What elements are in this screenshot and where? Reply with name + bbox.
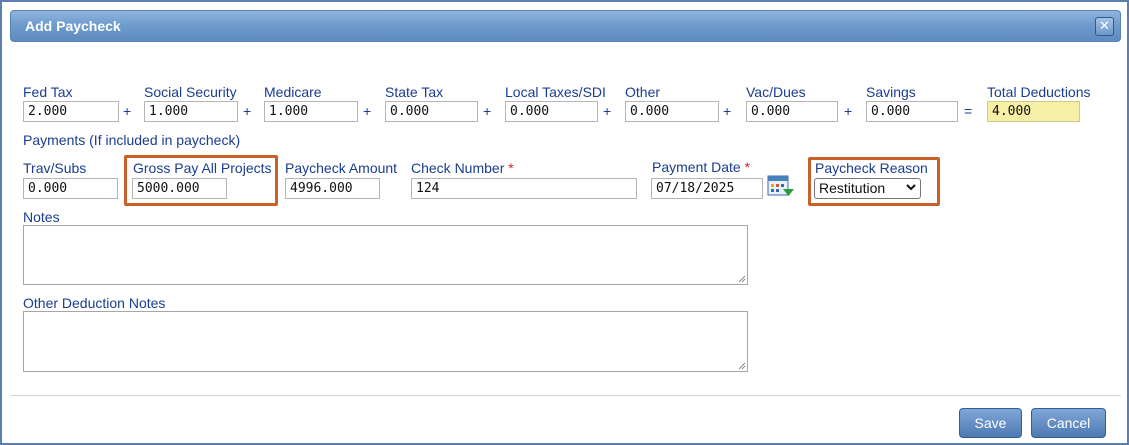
trav-subs-input[interactable]: 0.000 (23, 178, 118, 199)
chevron-down-icon (906, 179, 916, 201)
add-paycheck-dialog: Add Paycheck ✕ Fed Tax 2.000 + Social Se… (0, 0, 1129, 445)
paycheck-reason-label: Paycheck Reason (815, 160, 928, 176)
state-tax-label: State Tax (385, 84, 444, 100)
plus-operator: + (723, 103, 732, 119)
close-icon[interactable]: ✕ (1095, 17, 1114, 36)
plus-operator: + (483, 103, 492, 119)
social-security-label: Social Security (144, 84, 237, 100)
paycheck-amount-input[interactable]: 4996.000 (285, 178, 380, 199)
medicare-label: Medicare (264, 84, 322, 100)
footer-divider (10, 395, 1121, 396)
plus-operator: + (844, 103, 853, 119)
vac-dues-input[interactable]: 0.000 (746, 101, 838, 122)
dialog-title: Add Paycheck (25, 18, 121, 34)
equals-operator: = (964, 103, 973, 119)
plus-operator: + (123, 103, 132, 119)
notes-textarea[interactable] (23, 225, 748, 285)
other-label: Other (625, 84, 661, 100)
fed-tax-label: Fed Tax (23, 84, 73, 100)
resize-grip-icon[interactable] (738, 362, 746, 370)
state-tax-input[interactable]: 0.000 (385, 101, 478, 122)
check-number-input[interactable]: 124 (411, 178, 637, 199)
fed-tax-input[interactable]: 2.000 (23, 101, 119, 122)
payment-date-input[interactable]: 07/18/2025 (651, 178, 763, 199)
gross-pay-label: Gross Pay All Projects (133, 160, 272, 176)
total-deductions-value: 4.000 (987, 101, 1080, 122)
plus-operator: + (363, 103, 372, 119)
other-deduction-notes-textarea[interactable] (23, 311, 748, 372)
notes-label: Notes (23, 209, 60, 225)
paycheck-reason-value: Restitution (819, 180, 886, 196)
plus-operator: + (603, 103, 612, 119)
calendar-icon[interactable] (767, 174, 795, 198)
resize-grip-icon[interactable] (738, 275, 746, 283)
check-number-label-text: Check Number (411, 160, 505, 176)
required-marker: * (508, 160, 514, 176)
cancel-button[interactable]: Cancel (1031, 408, 1106, 438)
vac-dues-label: Vac/Dues (746, 84, 806, 100)
payment-date-label: Payment Date * (652, 159, 750, 175)
required-marker: * (744, 159, 751, 175)
payments-heading: Payments (If included in paycheck) (23, 132, 241, 148)
local-taxes-label: Local Taxes/SDI (505, 84, 606, 100)
check-number-label: Check Number * (411, 160, 514, 176)
total-deductions-label: Total Deductions (987, 84, 1091, 100)
gross-pay-input[interactable]: 5000.000 (132, 178, 227, 199)
local-taxes-input[interactable]: 0.000 (505, 101, 598, 122)
savings-input[interactable]: 0.000 (866, 101, 958, 122)
save-button[interactable]: Save (959, 408, 1022, 438)
other-input[interactable]: 0.000 (625, 101, 719, 122)
medicare-input[interactable]: 1.000 (264, 101, 358, 122)
dialog-titlebar: Add Paycheck ✕ (10, 10, 1121, 42)
social-security-input[interactable]: 1.000 (144, 101, 238, 122)
paycheck-reason-select[interactable]: Restitution (814, 178, 921, 199)
trav-subs-label: Trav/Subs (23, 160, 87, 176)
payment-date-label-text: Payment Date (652, 159, 741, 175)
plus-operator: + (243, 103, 252, 119)
other-deduction-notes-label: Other Deduction Notes (23, 295, 166, 311)
savings-label: Savings (866, 84, 916, 100)
paycheck-amount-label: Paycheck Amount (285, 160, 398, 176)
